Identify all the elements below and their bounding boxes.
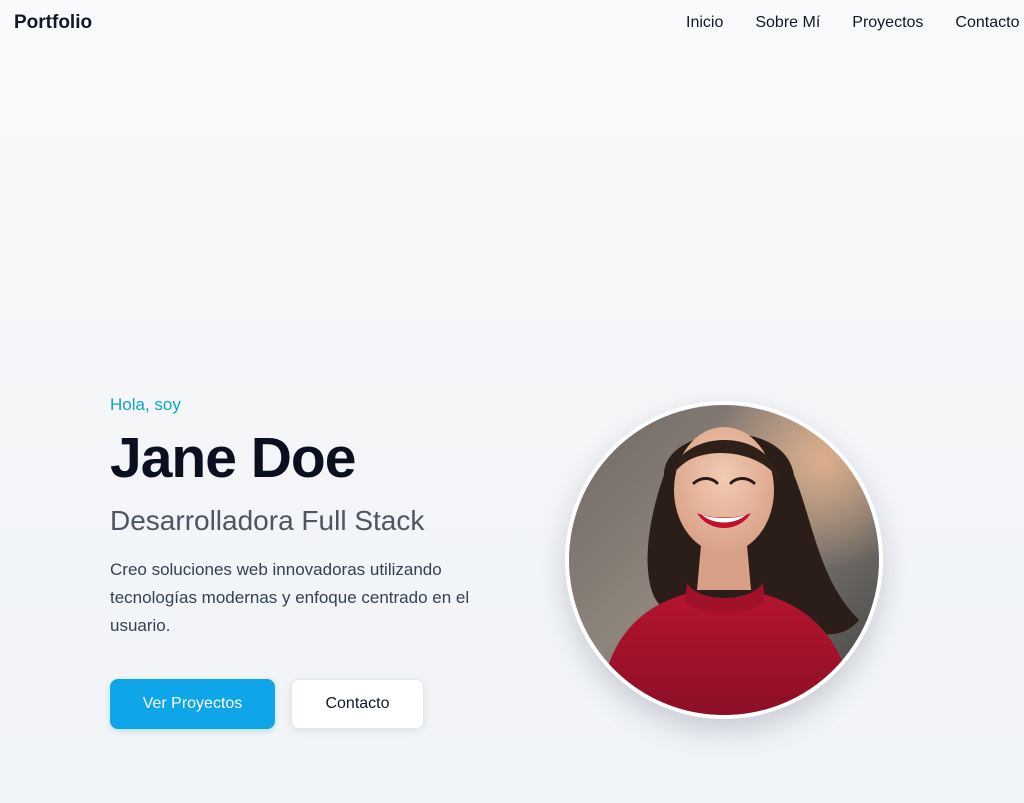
brand-logo[interactable]: Portfolio [14, 12, 92, 34]
avatar-photo [569, 405, 879, 715]
nav-link-contacto[interactable]: Contacto [955, 14, 1019, 32]
hero-name: Jane Doe [110, 426, 356, 490]
main-nav: Inicio Sobre Mí Proyectos Contacto [686, 14, 1019, 32]
view-projects-button[interactable]: Ver Proyectos [110, 679, 275, 729]
nav-link-sobre-mi[interactable]: Sobre Mí [755, 14, 820, 32]
hero-description: Creo soluciones web innovadoras utilizan… [110, 560, 470, 635]
contact-button[interactable]: Contacto [291, 679, 424, 729]
avatar-frame [565, 401, 883, 719]
navbar: Portfolio Inicio Sobre Mí Proyectos Cont… [0, 0, 1024, 46]
hero-role: Desarrolladora Full Stack [110, 505, 425, 536]
hero-buttons: Ver Proyectos Contacto [110, 679, 424, 729]
hero-greeting: Hola, soy [110, 395, 181, 414]
nav-link-inicio[interactable]: Inicio [686, 14, 723, 32]
hero-text: Hola, soy Jane Doe Desarrolladora Full S… [110, 394, 530, 640]
nav-link-proyectos[interactable]: Proyectos [852, 14, 923, 32]
